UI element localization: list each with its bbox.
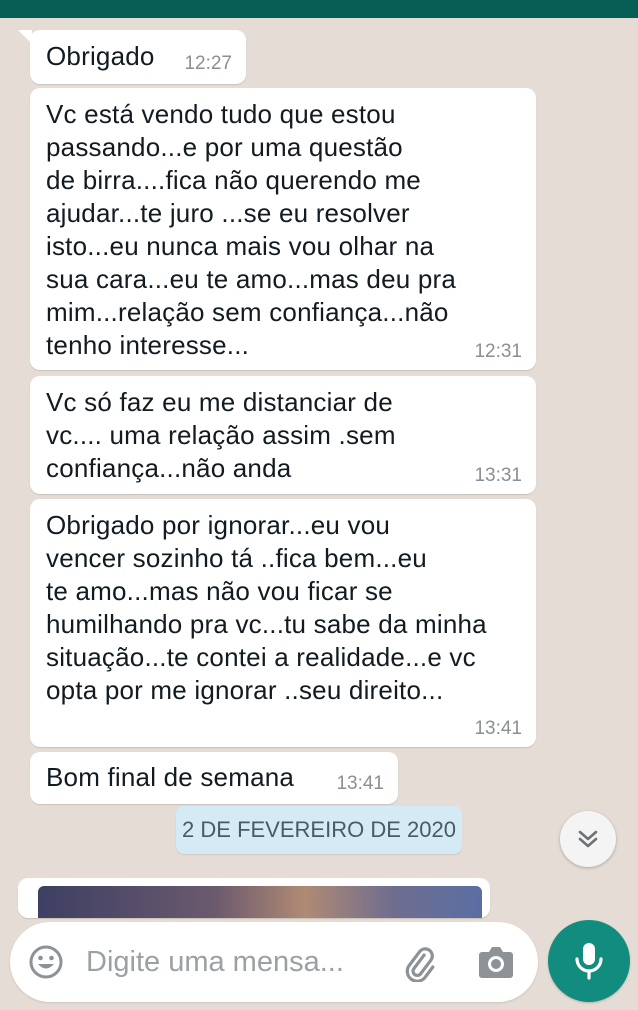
message-text: Obrigado por ignorar...eu vou vencer soz… [46,510,487,705]
message-text: Vc está vendo tudo que estou passando...… [46,99,457,360]
message-text: Bom final de semana [46,762,295,792]
message-time: 12:31 [474,341,522,362]
scroll-to-bottom-button[interactable] [560,811,616,867]
app-header-strip [0,0,638,18]
message-composer[interactable]: Digite uma mensa... [10,922,538,1002]
message-time: 13:31 [474,465,522,486]
paperclip-icon[interactable] [398,942,438,982]
message-bubble[interactable]: Bom final de semana 13:41 [30,752,398,804]
message-text: Vc só faz eu me distanciar de vc.... uma… [46,387,396,483]
microphone-icon [575,943,603,980]
message-bubble[interactable]: Vc só faz eu me distanciar de vc.... uma… [30,376,536,494]
date-separator: 2 DE FEVEREIRO DE 2020 [176,806,462,854]
message-text: Obrigado [46,41,155,71]
message-bubble[interactable]: Vc está vendo tudo que estou passando...… [30,88,536,370]
message-time: 13:41 [474,718,522,739]
chat-area[interactable]: Obrigado 12:27 Vc está vendo tudo que es… [0,18,638,1010]
message-time: 12:27 [184,53,232,74]
message-input[interactable]: Digite uma mensa... [86,944,344,980]
voice-record-button[interactable] [548,920,630,1002]
message-bubble[interactable]: Obrigado por ignorar...eu vou vencer soz… [30,499,536,747]
message-time: 13:41 [336,773,384,794]
message-bubble[interactable]: Obrigado 12:27 [18,30,246,84]
emoji-icon[interactable] [28,944,64,980]
double-chevron-down-icon [578,830,598,848]
media-message-bubble[interactable] [18,878,490,918]
camera-icon[interactable] [476,944,516,980]
media-thumbnail[interactable] [38,886,482,918]
